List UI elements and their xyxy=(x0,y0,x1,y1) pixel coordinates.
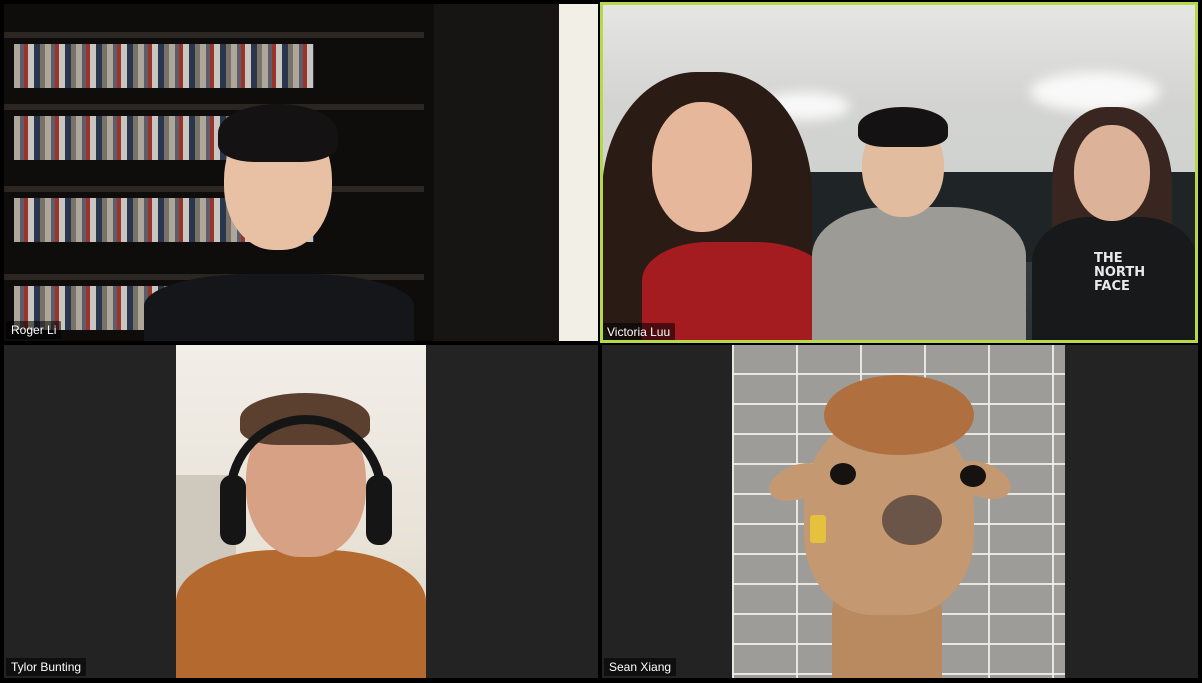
person xyxy=(144,104,414,341)
participant-name-label: Tylor Bunting xyxy=(6,658,87,676)
person-body xyxy=(176,550,426,678)
participant-profile-image xyxy=(732,345,1065,678)
person xyxy=(812,107,1026,343)
participant-video xyxy=(176,345,426,678)
person xyxy=(602,72,832,343)
participant-tile-victoria-luu[interactable]: THE NORTH FACE Victoria Luu xyxy=(600,2,1198,343)
participant-video: THE NORTH FACE xyxy=(600,2,1198,343)
wall xyxy=(559,4,598,341)
participant-tile-tylor-bunting[interactable]: Tylor Bunting xyxy=(4,345,598,678)
door-frame xyxy=(434,4,564,341)
shirt-logo-text: THE NORTH FACE xyxy=(1094,251,1146,294)
participant-video xyxy=(4,4,598,341)
participant-name-label: Sean Xiang xyxy=(604,658,677,676)
participant-name-label: Victoria Luu xyxy=(602,323,676,341)
participant-tile-roger-li[interactable]: Roger Li xyxy=(4,4,598,341)
participant-tile-sean-xiang[interactable]: Sean Xiang xyxy=(602,345,1198,678)
participant-name-label: Roger Li xyxy=(6,321,62,339)
person: THE NORTH FACE xyxy=(1032,107,1198,343)
